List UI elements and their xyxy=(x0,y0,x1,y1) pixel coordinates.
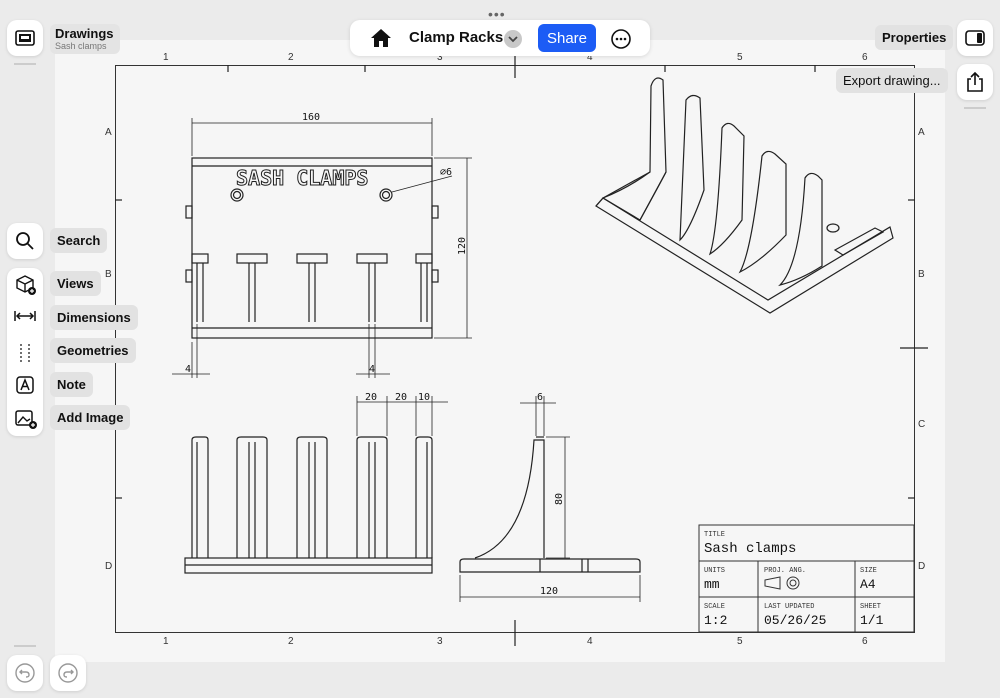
size-value: A4 xyxy=(860,577,876,592)
divider xyxy=(14,645,36,647)
drawings-header[interactable]: Drawings Sash clamps xyxy=(50,24,120,54)
sidebar-right-icon xyxy=(965,30,985,46)
note-icon[interactable] xyxy=(15,375,35,395)
size-label: SIZE xyxy=(860,567,877,575)
sidebar-toggle-button[interactable] xyxy=(7,20,43,56)
updated-label: LAST UPDATED xyxy=(764,603,815,611)
title-value: Sash clamps xyxy=(704,541,797,557)
note-label[interactable]: Note xyxy=(50,372,93,397)
properties-toggle-button[interactable] xyxy=(957,20,993,56)
share-button[interactable]: Share xyxy=(538,24,596,52)
title-label: TITLE xyxy=(704,531,726,539)
dimensions-label[interactable]: Dimensions xyxy=(50,305,138,330)
drawings-icon xyxy=(15,30,35,46)
undo-icon xyxy=(15,663,35,683)
tools-panel xyxy=(7,268,43,436)
geometries-label[interactable]: Geometries xyxy=(50,338,136,363)
export-drawing-button[interactable]: Export drawing... xyxy=(836,68,948,93)
geometries-icon[interactable] xyxy=(15,342,37,364)
search-icon xyxy=(16,232,34,250)
undo-button[interactable] xyxy=(7,655,43,691)
search-button[interactable] xyxy=(7,223,43,259)
search-label[interactable]: Search xyxy=(50,228,108,253)
views-icon[interactable] xyxy=(15,274,37,296)
redo-icon xyxy=(58,663,78,683)
sheet-label: SHEET xyxy=(860,603,882,611)
divider xyxy=(964,107,986,109)
dimensions-icon[interactable] xyxy=(13,308,37,330)
units-label: UNITS xyxy=(704,567,726,575)
properties-button[interactable]: Properties xyxy=(875,25,954,50)
chevron-down-icon xyxy=(508,36,518,43)
add-image-label[interactable]: Add Image xyxy=(50,405,131,430)
redo-button[interactable] xyxy=(50,655,86,691)
add-image-icon[interactable] xyxy=(14,408,38,430)
drawings-title: Drawings xyxy=(55,26,114,41)
updated-value: 05/26/25 xyxy=(764,613,827,628)
title-block[interactable] xyxy=(0,0,1000,698)
document-toolbar: Clamp Racks Share xyxy=(350,20,650,56)
more-options-icon[interactable] xyxy=(610,28,632,50)
title-menu-button[interactable] xyxy=(504,30,522,48)
document-title[interactable]: Clamp Racks xyxy=(409,29,503,46)
scale-label: SCALE xyxy=(704,603,726,611)
scale-value: 1:2 xyxy=(704,613,728,628)
units-value: mm xyxy=(704,577,720,592)
export-button[interactable] xyxy=(957,64,993,100)
views-label[interactable]: Views xyxy=(50,271,101,296)
sheet-value: 1/1 xyxy=(860,613,884,628)
drawings-subtitle: Sash clamps xyxy=(55,41,107,51)
proj-angle-label: PROJ. ANG. xyxy=(764,567,807,575)
home-icon[interactable] xyxy=(370,28,392,48)
share-export-icon xyxy=(967,71,983,92)
projection-angle-icon xyxy=(764,576,800,590)
divider xyxy=(14,63,36,65)
